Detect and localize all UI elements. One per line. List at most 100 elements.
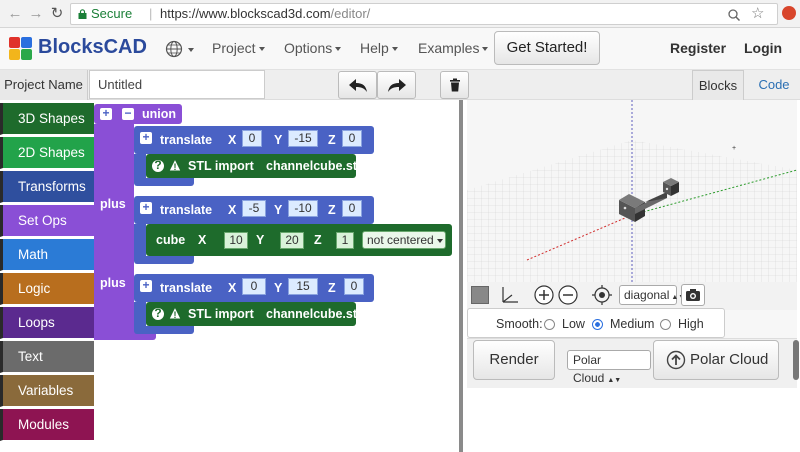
union-label: union <box>142 107 177 121</box>
category-label: 3D Shapes <box>18 111 85 126</box>
category-2d-shapes[interactable]: 2D Shapes <box>0 137 94 169</box>
smooth-medium-radio[interactable] <box>592 319 603 330</box>
stl-import-block-2[interactable]: ? ! STL import channelcube.stl <box>146 302 360 326</box>
undo-button[interactable] <box>338 71 377 99</box>
category-variables[interactable]: Variables <box>0 375 94 407</box>
export-target-select[interactable]: Polar Cloud ▲▼ <box>567 350 651 385</box>
blockscad-logo-icon[interactable] <box>8 36 34 62</box>
get-started-button[interactable]: Get Started! <box>494 31 600 65</box>
category-label: 2D Shapes <box>18 145 85 160</box>
login-link[interactable]: Login <box>744 40 782 56</box>
render-button[interactable]: Render <box>473 340 555 380</box>
block-workspace[interactable]: + − union plus plus + translate X 0 Y -1… <box>94 100 459 452</box>
stl-import-label: STL import <box>188 159 254 173</box>
translate-x-input[interactable]: -5 <box>242 200 266 217</box>
cube-x-input[interactable]: 10 <box>224 232 248 249</box>
menu-options[interactable]: Options <box>284 40 342 56</box>
translate-z-input[interactable]: 0 <box>342 200 362 217</box>
star-icon[interactable]: ☆ <box>751 4 764 24</box>
reload-icon[interactable]: ↻ <box>48 5 66 23</box>
center-dropdown-value: not centered <box>367 233 434 247</box>
menu-examples-label: Examples <box>418 40 480 56</box>
help-icon[interactable]: ? <box>152 159 164 172</box>
axis-tick-marker: + <box>732 145 736 152</box>
project-name-input[interactable]: Untitled <box>89 70 265 99</box>
translate-y-input[interactable]: -10 <box>288 200 318 217</box>
menu-examples[interactable]: Examples <box>418 40 489 56</box>
render-panel: + diagonal ▲▼ Smooth: Low Medium High Ren… <box>459 100 800 452</box>
cube-block[interactable]: cube X 10 Y 20 Z 1 not centered <box>146 224 452 256</box>
zoom-in-icon[interactable] <box>533 284 555 306</box>
category-logic[interactable]: Logic <box>0 273 94 305</box>
zoom-icon[interactable] <box>727 8 741 22</box>
translate-block-3[interactable]: + translate X 0 Y 15 Z 0 <box>134 274 374 302</box>
plus-icon[interactable]: + <box>140 131 152 144</box>
polar-cloud-button[interactable]: Polar Cloud <box>653 340 779 380</box>
zoom-out-icon[interactable] <box>557 284 579 306</box>
smooth-high-radio[interactable] <box>660 319 671 330</box>
reset-view-icon[interactable] <box>591 284 613 306</box>
translate-block-2-spine <box>134 224 146 256</box>
scrollbar[interactable] <box>793 340 799 380</box>
help-icon[interactable]: ? <box>152 307 164 320</box>
x-label: X <box>228 133 237 147</box>
translate-y-input[interactable]: -15 <box>288 130 318 147</box>
trash-icon <box>450 78 460 92</box>
smooth-low-radio[interactable] <box>544 319 555 330</box>
tab-code[interactable]: Code <box>752 70 796 100</box>
translate-z-input[interactable]: 0 <box>344 278 364 295</box>
cube-z-input[interactable]: 1 <box>336 232 354 249</box>
address-bar[interactable]: Secure | https://www.blockscad3d.com/edi… <box>70 3 778 25</box>
translate-z-input[interactable]: 0 <box>342 130 362 147</box>
screenshot-button[interactable] <box>681 284 705 306</box>
translate-x-input[interactable]: 0 <box>242 130 262 147</box>
smooth-options: Smooth: Low Medium High <box>467 308 725 338</box>
lock-icon <box>78 9 87 19</box>
menu-help[interactable]: Help <box>360 40 398 56</box>
category-set-ops[interactable]: Set Ops <box>0 205 94 237</box>
chevron-down-icon <box>482 47 489 52</box>
minus-icon[interactable]: − <box>122 107 134 120</box>
forward-icon[interactable]: → <box>27 5 45 23</box>
stl-import-block-1[interactable]: ? ! STL import channelcube.stl <box>146 154 360 178</box>
z-label: Z <box>328 203 336 217</box>
chevron-down-icon <box>258 47 265 52</box>
category-transforms[interactable]: Transforms <box>0 171 94 203</box>
color-swatch-icon[interactable] <box>469 284 491 306</box>
menu-help-label: Help <box>360 40 389 56</box>
upload-icon <box>666 350 686 370</box>
y-label: Y <box>274 203 283 217</box>
center-dropdown[interactable]: not centered <box>362 231 446 249</box>
view-angle-select[interactable]: diagonal ▲▼ <box>619 285 685 305</box>
z-label: Z <box>328 281 336 295</box>
translate-block-2[interactable]: + translate X -5 Y -10 Z 0 <box>134 196 374 224</box>
category-text[interactable]: Text <box>0 341 94 373</box>
globe-icon[interactable] <box>165 40 183 58</box>
top-navbar: BlocksCAD Project Options Help Examples … <box>0 28 800 70</box>
cube-label: cube <box>156 233 186 247</box>
translate-block-1[interactable]: + translate X 0 Y -15 Z 0 <box>134 126 374 154</box>
back-icon[interactable]: ← <box>6 5 24 23</box>
union-block[interactable]: + − union <box>94 104 182 124</box>
project-name-label: Project Name <box>0 70 88 100</box>
plus-icon[interactable]: + <box>140 279 152 292</box>
register-link[interactable]: Register <box>670 40 726 56</box>
cube-y-input[interactable]: 20 <box>280 232 304 249</box>
category-3d-shapes[interactable]: 3D Shapes <box>0 103 94 135</box>
plus-icon[interactable]: + <box>100 107 112 120</box>
url-text: https://www.blockscad3d.com/editor/ <box>160 4 370 24</box>
brand-name[interactable]: BlocksCAD <box>38 36 147 59</box>
extension-icon[interactable] <box>782 6 796 20</box>
axes-icon[interactable] <box>499 284 521 306</box>
translate-x-input[interactable]: 0 <box>242 278 266 295</box>
warning-mark: ! <box>174 310 177 320</box>
redo-button[interactable] <box>377 71 416 99</box>
tab-blocks[interactable]: Blocks <box>692 70 744 100</box>
category-loops[interactable]: Loops <box>0 307 94 339</box>
delete-button[interactable] <box>440 71 469 99</box>
menu-project[interactable]: Project <box>212 40 265 56</box>
category-modules[interactable]: Modules <box>0 409 94 441</box>
plus-icon[interactable]: + <box>140 201 152 214</box>
translate-y-input[interactable]: 15 <box>288 278 318 295</box>
category-math[interactable]: Math <box>0 239 94 271</box>
